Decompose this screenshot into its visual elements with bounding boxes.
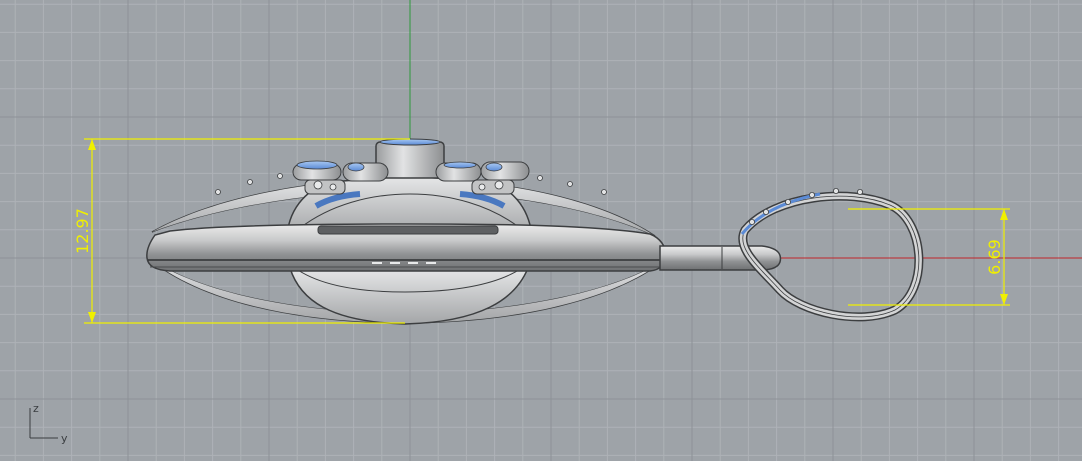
dim-arrow-bottom bbox=[88, 312, 96, 323]
dimension-loop-value[interactable]: 6.69 bbox=[985, 239, 1004, 275]
triad-z-label: z bbox=[33, 402, 39, 415]
dim-arrow-top bbox=[88, 139, 96, 150]
dimension-height-value[interactable]: 12.97 bbox=[73, 208, 92, 254]
pendant-model[interactable] bbox=[146, 138, 924, 325]
viewport-canvas[interactable]: 12.97 6.69 z y bbox=[0, 0, 1082, 461]
triad-y-label: y bbox=[61, 432, 68, 445]
axis-triad: z y bbox=[29, 402, 68, 445]
rhino-right-viewport[interactable]: 12.97 6.69 z y bbox=[0, 0, 1082, 461]
dim-loop-arrow-top bbox=[1000, 209, 1008, 220]
disc-slot bbox=[317, 225, 499, 235]
dim-loop-arrow-bottom bbox=[1000, 294, 1008, 305]
top-stone bbox=[379, 138, 441, 146]
